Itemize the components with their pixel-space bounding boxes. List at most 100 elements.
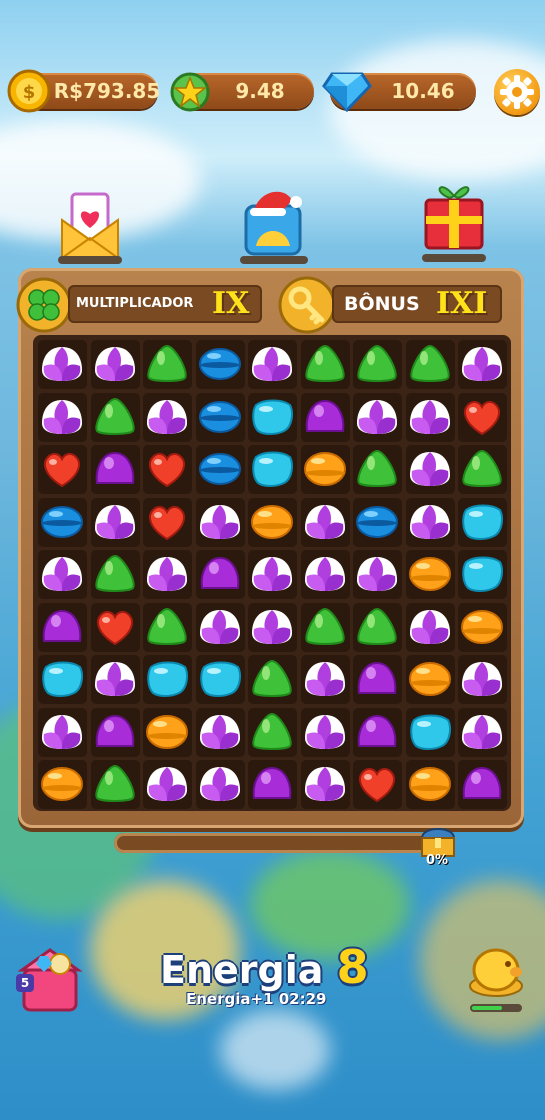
grid-cell[interactable]: [405, 550, 455, 599]
grid-cell[interactable]: [405, 340, 455, 389]
grid-cell[interactable]: [248, 655, 297, 704]
grid-cell[interactable]: [353, 445, 402, 494]
grid-cell[interactable]: [90, 340, 140, 389]
grid-cell[interactable]: [300, 707, 350, 757]
grid-cell[interactable]: [300, 602, 350, 652]
grid-cell[interactable]: [353, 760, 402, 809]
purple-swirl-candy-icon: [304, 714, 345, 749]
red-heart-candy-icon: [96, 610, 133, 645]
grid-cell[interactable]: [90, 445, 140, 494]
grid-cell[interactable]: [90, 550, 140, 599]
grid-cell[interactable]: [405, 445, 455, 494]
grid-cell[interactable]: [143, 707, 192, 757]
grid-cell[interactable]: [90, 602, 140, 652]
grid-cell[interactable]: [300, 497, 350, 547]
grid-cell[interactable]: [300, 392, 350, 442]
red-heart-candy-icon: [359, 767, 395, 803]
grid-cell[interactable]: [248, 602, 297, 652]
grid-cell[interactable]: [143, 760, 192, 809]
grid-cell[interactable]: [458, 340, 507, 389]
grid-cell[interactable]: [38, 707, 87, 757]
grid-cell[interactable]: [405, 392, 455, 442]
grid-cell[interactable]: [300, 340, 350, 389]
grid-cell[interactable]: [458, 602, 507, 652]
grid-cell[interactable]: [38, 602, 87, 652]
grid-cell[interactable]: [248, 340, 297, 389]
cyan-jelly-icon: [252, 451, 293, 487]
gift-box-button[interactable]: 5: [14, 946, 84, 1012]
grid-cell[interactable]: [38, 392, 87, 442]
grid-cell[interactable]: [248, 760, 297, 809]
grid-cell[interactable]: [195, 392, 245, 442]
purple-swirl-candy-icon: [357, 399, 397, 434]
grid-cell[interactable]: [90, 760, 140, 809]
grid-cell[interactable]: [248, 550, 297, 599]
grid-cell[interactable]: [300, 550, 350, 599]
magenta-drop-icon: [357, 714, 397, 747]
grid-cell[interactable]: [143, 340, 192, 389]
grid-cell[interactable]: [143, 445, 192, 494]
grid-cell[interactable]: [38, 550, 87, 599]
multiplier-panel: MULTIPLICADOR IX: [68, 285, 262, 323]
grid-cell[interactable]: [458, 760, 507, 809]
piggy-bank-button[interactable]: [464, 942, 528, 1016]
grid-cell[interactable]: [195, 497, 245, 547]
grid-cell[interactable]: [143, 392, 192, 442]
green-gumdrop-icon: [147, 344, 187, 382]
grid-cell[interactable]: [143, 497, 192, 547]
grid-cell[interactable]: [248, 392, 297, 442]
grid-cell[interactable]: [195, 445, 245, 494]
grid-cell[interactable]: [300, 445, 350, 494]
grid-cell[interactable]: [300, 655, 350, 704]
grid-cell[interactable]: [405, 655, 455, 704]
gift-button[interactable]: [420, 176, 488, 266]
grid-cell[interactable]: [353, 602, 402, 652]
grid-cell[interactable]: [405, 497, 455, 547]
grid-cell[interactable]: [353, 707, 402, 757]
grid-cell[interactable]: [90, 655, 140, 704]
purple-swirl-candy-icon: [42, 714, 82, 749]
grid-cell[interactable]: [353, 655, 402, 704]
magenta-drop-icon: [200, 556, 239, 589]
grid-cell[interactable]: [458, 550, 507, 599]
grid-cell[interactable]: [353, 392, 402, 442]
grid-cell[interactable]: [458, 497, 507, 547]
grid-cell[interactable]: [38, 760, 87, 809]
grid-cell[interactable]: [458, 655, 507, 704]
grid-cell[interactable]: [195, 655, 245, 704]
grid-cell[interactable]: [143, 655, 192, 704]
grid-cell[interactable]: [353, 340, 402, 389]
grid-cell[interactable]: [38, 655, 87, 704]
grid-cell[interactable]: [195, 760, 245, 809]
grid-cell[interactable]: [143, 602, 192, 652]
grid-cell[interactable]: [405, 707, 455, 757]
grid-cell[interactable]: [195, 602, 245, 652]
grid-cell[interactable]: [353, 550, 402, 599]
grid-cell[interactable]: [458, 707, 507, 757]
grid-cell[interactable]: [195, 707, 245, 757]
purple-swirl-candy-icon: [304, 767, 345, 801]
purple-swirl-candy-icon: [42, 347, 82, 381]
grid-cell[interactable]: [248, 497, 297, 547]
grid-cell[interactable]: [458, 392, 507, 442]
grid-cell[interactable]: [248, 445, 297, 494]
grid-cell[interactable]: [195, 340, 245, 389]
grid-cell[interactable]: [405, 602, 455, 652]
event-button[interactable]: [240, 186, 308, 266]
gear-icon: [500, 75, 534, 109]
grid-cell[interactable]: [90, 707, 140, 757]
grid-cell[interactable]: [90, 392, 140, 442]
grid-cell[interactable]: [38, 497, 87, 547]
grid-cell[interactable]: [143, 550, 192, 599]
mail-button[interactable]: [58, 190, 122, 266]
grid-cell[interactable]: [248, 707, 297, 757]
grid-cell[interactable]: [38, 340, 87, 389]
grid-cell[interactable]: [405, 760, 455, 809]
grid-cell[interactable]: [90, 497, 140, 547]
grid-cell[interactable]: [353, 497, 402, 547]
settings-button[interactable]: [494, 69, 540, 115]
grid-cell[interactable]: [38, 445, 87, 494]
grid-cell[interactable]: [300, 760, 350, 809]
grid-cell[interactable]: [458, 445, 507, 494]
grid-cell[interactable]: [195, 550, 245, 599]
